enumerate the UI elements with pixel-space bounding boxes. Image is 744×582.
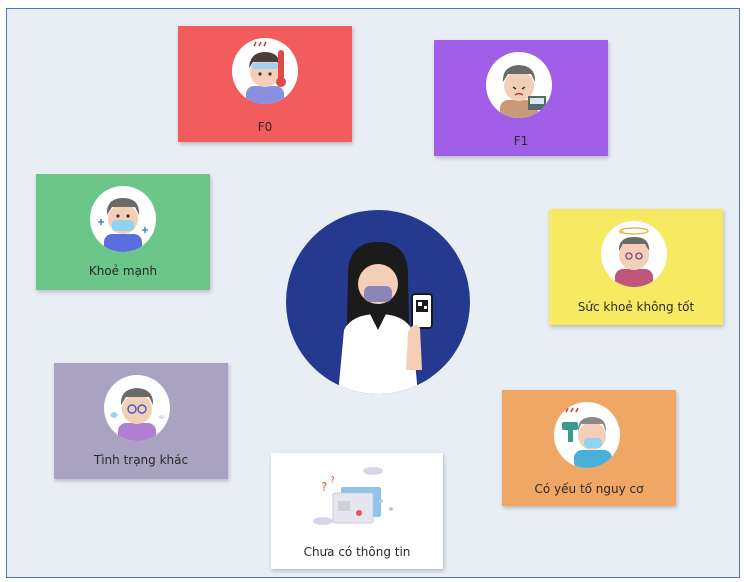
status-label: F0 [257,120,273,134]
status-card-f0[interactable]: F0 [178,26,352,142]
healthy-masked-avatar-icon [90,186,156,252]
status-card-unwell[interactable]: Sức khoẻ không tốt [549,209,723,325]
status-card-f1[interactable]: F1 [434,40,608,156]
risk-temperature-check-avatar-icon [554,402,620,468]
status-card-healthy[interactable]: Khoẻ mạnh [36,174,210,290]
svg-text:?: ? [330,476,335,486]
status-card-other[interactable]: Tình trạng khác [54,363,228,479]
status-label: Chưa có thông tin [303,545,411,559]
status-card-no-info[interactable]: ? ? Chưa có thông tin [271,453,443,569]
status-label: Có yếu tố nguy cơ [534,482,644,496]
status-label: Sức khoẻ không tốt [577,300,695,314]
status-label: F1 [513,134,529,148]
svg-text:?: ? [321,480,327,494]
contact-avatar-icon [486,52,552,118]
status-label: Tình trạng khác [93,453,189,467]
dizzy-avatar-icon [601,221,667,287]
status-card-risk[interactable]: Có yếu tố nguy cơ [502,390,676,506]
fever-thermometer-avatar-icon [232,38,298,104]
status-label: Khoẻ mạnh [88,264,158,278]
no-info-document-icon: ? ? [303,461,411,541]
person-with-phone-qr-icon [286,210,470,394]
other-condition-avatar-icon [104,375,170,441]
